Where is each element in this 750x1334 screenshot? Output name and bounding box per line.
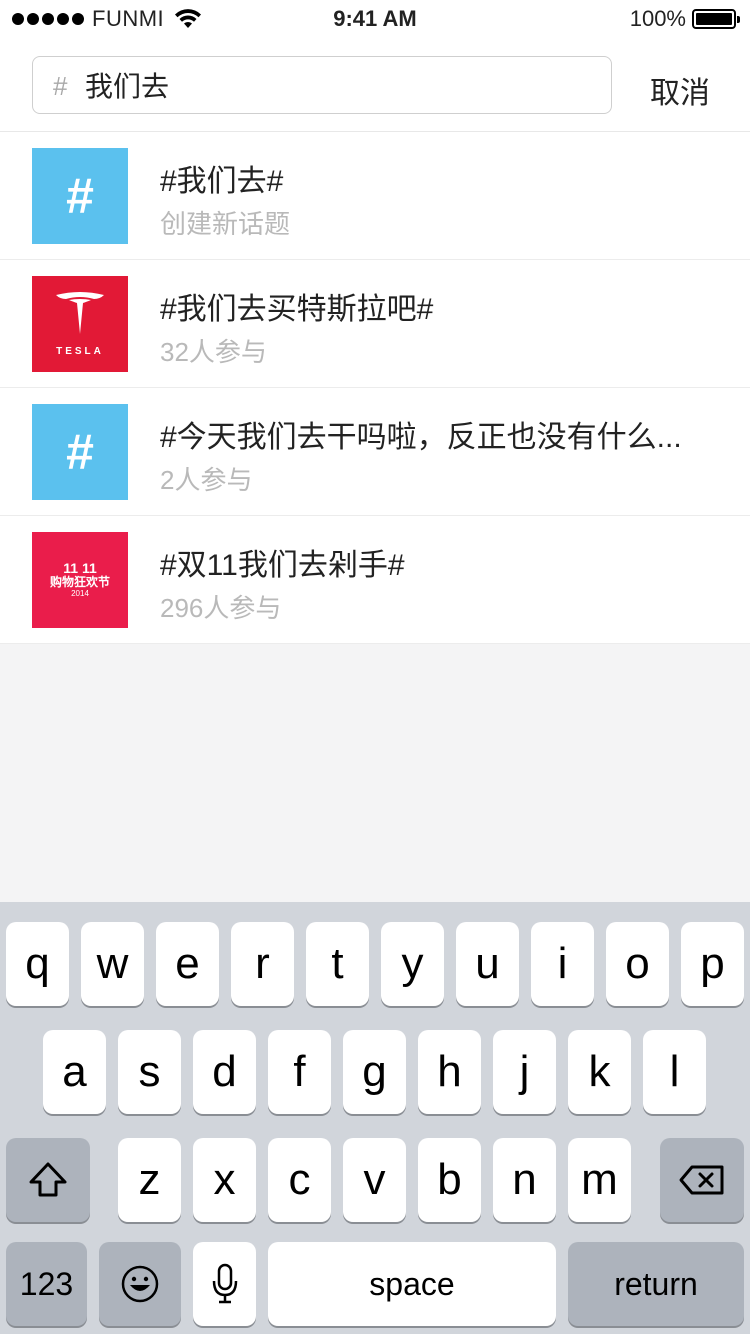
key-y[interactable]: y <box>381 922 444 1006</box>
key-f[interactable]: f <box>268 1030 331 1114</box>
key-s[interactable]: s <box>118 1030 181 1114</box>
emoji-icon <box>121 1265 159 1303</box>
key-t[interactable]: t <box>306 922 369 1006</box>
shift-key[interactable] <box>6 1138 90 1222</box>
status-bar: FUNMI 9:41 AM 100% <box>0 0 750 40</box>
tesla-logo-icon <box>56 291 104 334</box>
topic-subtitle: 296人参与 <box>160 593 282 623</box>
tesla-wordmark: TESLA <box>56 345 104 357</box>
list-item[interactable]: 11 11 购物狂欢节 2014 #双11我们去剁手# 296人参与 <box>0 516 750 644</box>
search-bar: # 取消 <box>0 40 750 132</box>
topic-title: #双11我们去剁手# <box>160 549 405 582</box>
key-j[interactable]: j <box>493 1030 556 1114</box>
dictation-key[interactable] <box>193 1242 256 1326</box>
topic-subtitle: 创建新话题 <box>160 209 291 239</box>
numbers-key[interactable]: 123 <box>6 1242 87 1326</box>
key-k[interactable]: k <box>568 1030 631 1114</box>
key-g[interactable]: g <box>343 1030 406 1114</box>
key-q[interactable]: q <box>6 922 69 1006</box>
key-a[interactable]: a <box>43 1030 106 1114</box>
key-u[interactable]: u <box>456 922 519 1006</box>
return-key[interactable]: return <box>568 1242 744 1326</box>
topic-title: #我们去# <box>160 165 284 198</box>
backspace-icon <box>679 1165 724 1195</box>
hash-icon: # <box>53 71 68 101</box>
key-d[interactable]: d <box>193 1030 256 1114</box>
keyboard: q w e r t y u i o p a s d f g h j k l z … <box>0 902 750 1334</box>
list-item[interactable]: TESLA #我们去买特斯拉吧# 32人参与 <box>0 260 750 388</box>
topic-thumb-hash: # <box>32 404 128 500</box>
microphone-icon <box>212 1263 237 1304</box>
topic-subtitle: 2人参与 <box>160 465 253 495</box>
battery-percent: 100% <box>629 6 686 31</box>
key-e[interactable]: e <box>156 922 219 1006</box>
double11-logo-text: 购物狂欢节 <box>49 575 110 589</box>
topic-subtitle: 32人参与 <box>160 337 267 367</box>
key-x[interactable]: x <box>193 1138 256 1222</box>
key-r[interactable]: r <box>231 922 294 1006</box>
double11-logo-top: 11 11 <box>63 560 97 576</box>
key-p[interactable]: p <box>681 922 744 1006</box>
key-o[interactable]: o <box>606 922 669 1006</box>
delete-key[interactable] <box>660 1138 744 1222</box>
list-item[interactable]: # #今天我们去干吗啦，反正也没有什么... 2人参与 <box>0 388 750 516</box>
key-h[interactable]: h <box>418 1030 481 1114</box>
hash-icon: # <box>66 168 94 224</box>
double11-logo-year: 2014 <box>71 589 89 598</box>
topic-results-list: # #我们去# 创建新话题 TESLA #我们去买特斯拉吧# 32人参与 # #… <box>0 132 750 644</box>
key-c[interactable]: c <box>268 1138 331 1222</box>
key-l[interactable]: l <box>643 1030 706 1114</box>
key-v[interactable]: v <box>343 1138 406 1222</box>
status-right: 100% <box>629 6 740 32</box>
topic-title: #今天我们去干吗啦，反正也没有什么... <box>160 421 682 454</box>
double11-logo-thumb: 11 11 购物狂欢节 2014 <box>32 532 128 628</box>
key-m[interactable]: m <box>568 1138 631 1222</box>
key-b[interactable]: b <box>418 1138 481 1222</box>
search-box[interactable]: # <box>32 56 612 114</box>
tesla-logo-thumb: TESLA <box>32 276 128 372</box>
space-key[interactable]: space <box>268 1242 556 1326</box>
key-z[interactable]: z <box>118 1138 181 1222</box>
key-i[interactable]: i <box>531 922 594 1006</box>
topic-title: #我们去买特斯拉吧# <box>160 293 434 326</box>
shift-icon <box>29 1162 67 1197</box>
hash-icon: # <box>66 424 94 480</box>
key-n[interactable]: n <box>493 1138 556 1222</box>
cancel-button[interactable]: 取消 <box>650 68 710 112</box>
key-w[interactable]: w <box>81 922 144 1006</box>
search-input[interactable] <box>85 64 585 106</box>
battery-icon <box>692 9 740 29</box>
topic-thumb-hash: # <box>32 148 128 244</box>
list-item[interactable]: # #我们去# 创建新话题 <box>0 132 750 260</box>
emoji-key[interactable] <box>99 1242 181 1326</box>
